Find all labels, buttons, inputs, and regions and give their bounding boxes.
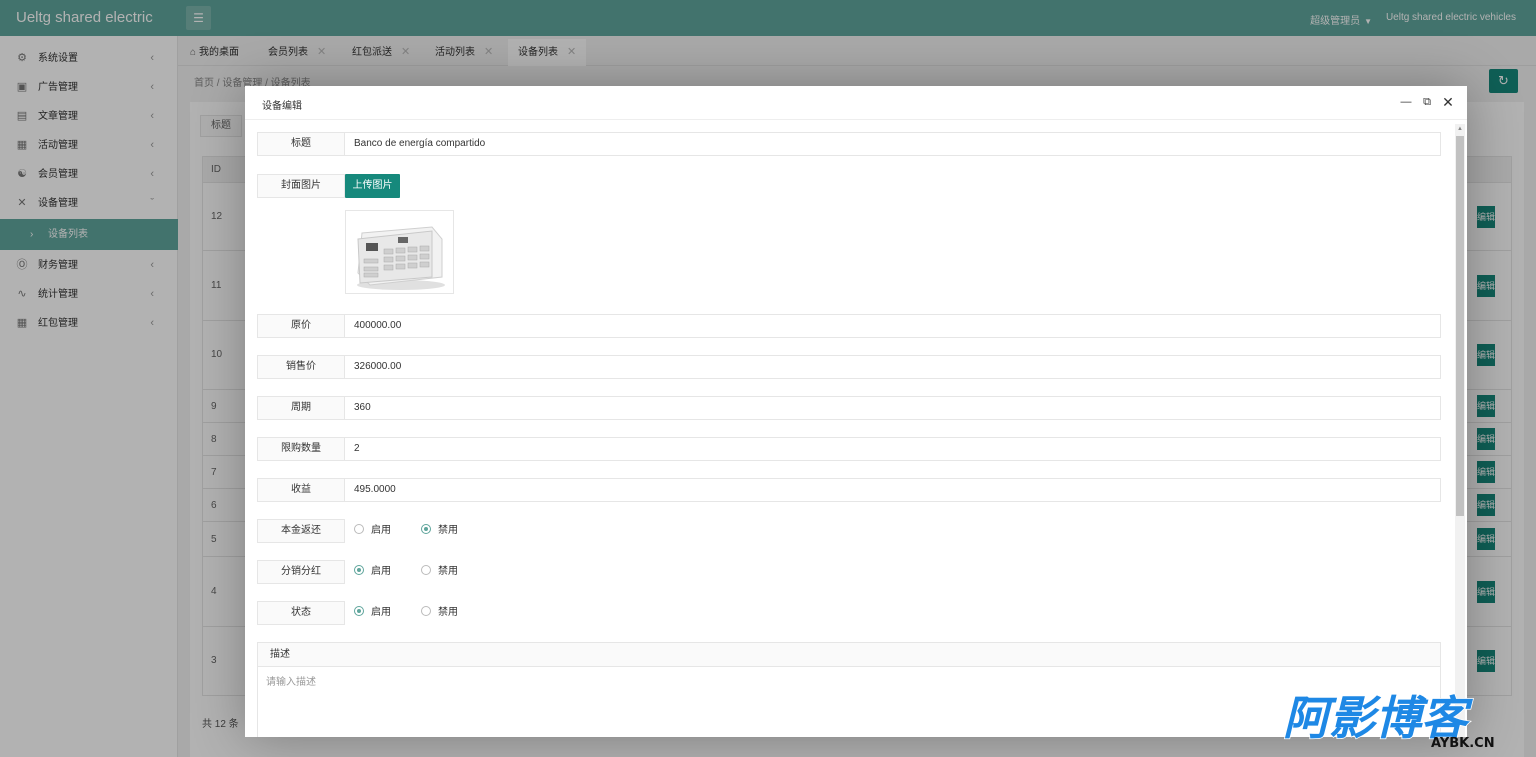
title-input[interactable]: Banco de energía compartido (345, 132, 1441, 156)
watermark-sub: AYBK.CN (1431, 736, 1495, 750)
status-label: 状态 (257, 601, 345, 625)
close-icon[interactable]: ✕ (1438, 92, 1458, 112)
modal-body: 标题 Banco de energía compartido 封面图片 上传图片… (245, 120, 1467, 737)
period-label: 周期 (257, 396, 345, 420)
minimize-icon[interactable]: — (1396, 92, 1416, 112)
cover-label: 封面图片 (257, 174, 345, 198)
title-label: 标题 (257, 132, 345, 156)
radio-label: 禁用 (438, 566, 458, 577)
income-label: 收益 (257, 478, 345, 502)
power-bank-station-image (346, 211, 453, 293)
watermark-logo: 阿影博客 AYBK.CN (1282, 690, 1495, 750)
radio-circle-checked (354, 565, 364, 575)
upload-image-button[interactable]: 上传图片 (345, 174, 400, 198)
radio-label: 禁用 (438, 525, 458, 536)
modal-header: 设备编辑 — ⧉ ✕ (245, 86, 1467, 120)
radio-circle-checked (421, 524, 431, 534)
sale-price-label: 销售价 (257, 355, 345, 379)
cover-image (345, 210, 454, 294)
principal-return-enable-radio[interactable]: 启用 (354, 519, 391, 543)
radio-label: 启用 (371, 525, 391, 536)
radio-circle-checked (354, 606, 364, 616)
original-price-label: 原价 (257, 314, 345, 338)
radio-label: 启用 (371, 566, 391, 577)
original-price-input[interactable]: 400000.00 (345, 314, 1441, 338)
status-disable-radio[interactable]: 禁用 (421, 601, 458, 625)
income-input[interactable]: 495.0000 (345, 478, 1441, 502)
scrollbar-thumb[interactable] (1456, 136, 1464, 516)
scroll-up-arrow-icon[interactable]: ▲ (1456, 124, 1464, 134)
modal-title: 设备编辑 (262, 101, 302, 112)
radio-label: 禁用 (438, 607, 458, 618)
principal-return-label: 本金返还 (257, 519, 345, 543)
description-textarea[interactable]: 请输入描述 (266, 673, 316, 688)
device-edit-modal: 设备编辑 — ⧉ ✕ 标题 Banco de energía compartid… (245, 86, 1467, 737)
modal-scrollbar[interactable]: ▲ (1455, 124, 1465, 737)
radio-circle (354, 524, 364, 534)
radio-circle (421, 565, 431, 575)
maximize-icon[interactable]: ⧉ (1417, 92, 1437, 112)
distribution-label: 分销分红 (257, 560, 345, 584)
radio-circle (421, 606, 431, 616)
period-input[interactable]: 360 (345, 396, 1441, 420)
limit-input[interactable]: 2 (345, 437, 1441, 461)
description-label: 描述 (258, 643, 1440, 667)
radio-label: 启用 (371, 607, 391, 618)
description-field[interactable]: 描述 请输入描述 (257, 642, 1441, 737)
status-enable-radio[interactable]: 启用 (354, 601, 391, 625)
sale-price-input[interactable]: 326000.00 (345, 355, 1441, 379)
limit-label: 限购数量 (257, 437, 345, 461)
distribution-disable-radio[interactable]: 禁用 (421, 560, 458, 584)
principal-return-disable-radio[interactable]: 禁用 (421, 519, 458, 543)
distribution-enable-radio[interactable]: 启用 (354, 560, 391, 584)
